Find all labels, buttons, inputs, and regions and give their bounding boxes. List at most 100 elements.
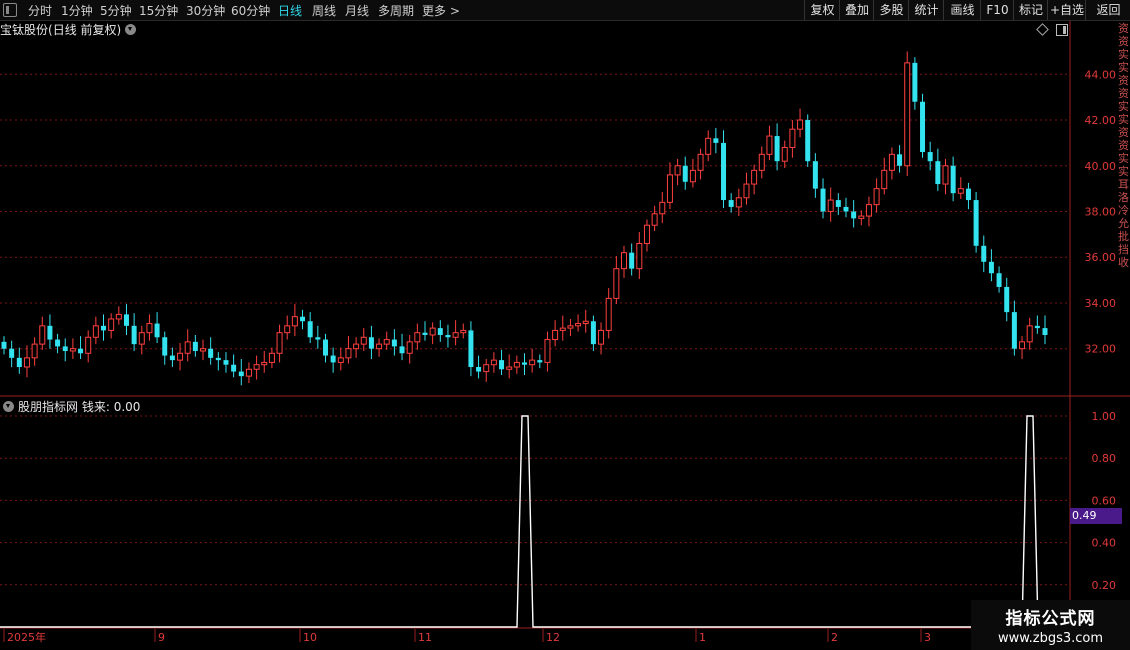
candle-body xyxy=(200,348,207,352)
candle-body xyxy=(797,119,804,130)
candle-body xyxy=(705,137,712,155)
candle-body xyxy=(897,154,903,166)
candle-body xyxy=(935,161,941,185)
candle-body xyxy=(307,321,313,338)
candle-body xyxy=(437,328,443,335)
candle-body xyxy=(353,343,360,350)
candle-body xyxy=(368,337,374,349)
candle-body xyxy=(300,316,306,322)
candle-body xyxy=(920,101,926,153)
candle-body xyxy=(522,362,527,365)
candle-body xyxy=(490,359,497,366)
indicator-tick-label: 0.80 xyxy=(1092,452,1117,465)
candle-body xyxy=(851,211,857,219)
candle-body xyxy=(567,325,574,329)
candle-body xyxy=(1019,341,1026,350)
candle-body xyxy=(697,153,704,171)
candle-body xyxy=(9,348,15,358)
candle-body xyxy=(345,348,352,359)
candle-body xyxy=(276,332,283,354)
candle-body xyxy=(476,366,482,372)
candle-body xyxy=(1011,312,1017,349)
candle-body xyxy=(429,327,436,336)
candle-body xyxy=(208,348,214,358)
candle-body xyxy=(177,352,184,361)
candle-body xyxy=(621,252,628,270)
candle-body xyxy=(460,329,467,334)
candle-body xyxy=(337,357,344,363)
candle-body xyxy=(291,316,298,327)
candle-body xyxy=(651,213,658,226)
candle-body xyxy=(253,364,260,370)
indicator-tick-label: 0.40 xyxy=(1092,537,1117,550)
candle-body xyxy=(812,161,818,189)
candle-body xyxy=(23,357,30,368)
candle-body xyxy=(636,243,643,270)
candle-body xyxy=(31,343,38,359)
candle-body xyxy=(781,146,788,162)
candle-body xyxy=(215,357,221,361)
candle-body xyxy=(537,360,543,363)
price-tick-label: 42.00 xyxy=(1085,114,1117,127)
candle-body xyxy=(590,321,596,345)
candle-body xyxy=(115,313,122,320)
candle-body xyxy=(629,252,635,269)
candle-body xyxy=(552,329,559,341)
price-tick-label: 40.00 xyxy=(1085,160,1117,173)
logo-title: 指标公式网 xyxy=(1005,609,1096,629)
candle-body xyxy=(55,339,61,347)
chart-canvas[interactable]: 32.00 34.00 36.00 38.00 40.00 42.00 44.00 0.20 0… xyxy=(0,0,1130,650)
indicator-tick-label: 0.60 xyxy=(1092,494,1117,507)
candle-body xyxy=(805,120,811,162)
candle-body xyxy=(942,165,949,185)
candle-body xyxy=(62,346,68,351)
candle-body xyxy=(820,188,826,212)
price-tick-label: 36.00 xyxy=(1085,251,1117,264)
candle-body xyxy=(988,261,994,274)
candle-body xyxy=(904,62,911,167)
candle-body xyxy=(575,323,582,327)
candle-body xyxy=(101,325,107,331)
candle-body xyxy=(184,341,191,354)
candle-body xyxy=(85,336,92,354)
right-edge-text: 资资实实资资实实资资实实耳洛冷允批挡收 xyxy=(1118,22,1129,269)
candle-body xyxy=(391,339,397,347)
candle-body xyxy=(322,339,328,356)
candle-body xyxy=(789,128,796,148)
candle-body xyxy=(927,152,933,162)
candle-body xyxy=(865,204,872,217)
candle-body xyxy=(751,169,758,185)
candle-body xyxy=(1034,325,1040,329)
candle-body xyxy=(231,364,237,372)
candle-body xyxy=(123,314,129,326)
candle-body xyxy=(376,343,383,350)
candle-body xyxy=(605,297,612,331)
value-readout: 0.49 xyxy=(1070,508,1122,524)
candle-body xyxy=(146,323,153,334)
candle-body xyxy=(529,359,536,366)
date-label: 1 xyxy=(699,631,706,644)
candle-body xyxy=(559,327,566,331)
candle-body xyxy=(268,352,275,363)
candle-body xyxy=(996,273,1002,287)
candle-body xyxy=(758,153,765,171)
candle-body xyxy=(659,201,666,215)
candle-body xyxy=(399,346,405,354)
candle-body xyxy=(245,368,252,377)
candle-body xyxy=(766,135,773,155)
candle-body xyxy=(735,197,742,208)
date-label: 10 xyxy=(303,631,317,644)
candle-body xyxy=(506,366,513,370)
candle-body xyxy=(330,355,336,363)
candle-body xyxy=(682,165,688,182)
date-label: 2 xyxy=(831,631,838,644)
candle-body xyxy=(452,332,459,338)
candle-body xyxy=(843,206,849,212)
candle-body xyxy=(414,332,421,343)
candle-body xyxy=(858,215,865,219)
candle-body xyxy=(16,357,22,367)
candle-body xyxy=(131,325,137,345)
date-label: 3 xyxy=(924,631,931,644)
candle-body xyxy=(468,330,474,367)
candle-body xyxy=(544,339,551,363)
